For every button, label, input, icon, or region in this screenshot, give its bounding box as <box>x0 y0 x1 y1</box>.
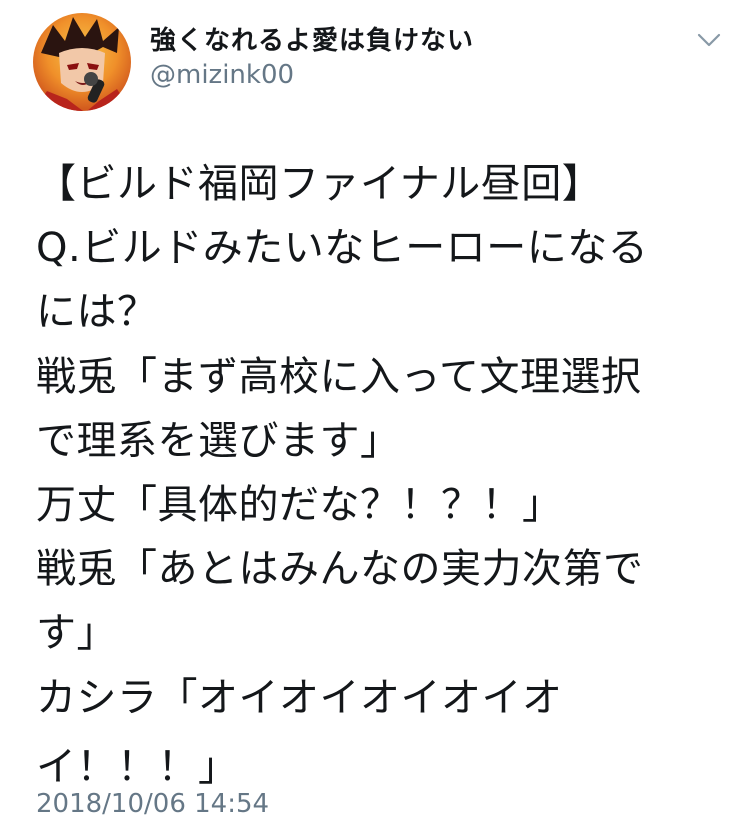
tweet-line: 【ビルド福岡ファイナル昼回】 <box>36 161 603 207</box>
tweet-card: 強くなれるよ愛は負けない @mizink00 【ビルド福岡ファイナル昼回】 Q.… <box>0 0 750 836</box>
tweet-line: 戦兎「あとはみんなの実力次第で <box>36 546 644 593</box>
tweet-text: 【ビルド福岡ファイナル昼回】 Q.ビルドみたいなヒーローになる には？ 戦兎「ま… <box>36 152 726 799</box>
tweet-line: Q.ビルドみたいなヒーローになる <box>36 225 649 272</box>
chevron-down-icon[interactable] <box>694 30 724 50</box>
tweet-line: す」 <box>36 610 117 657</box>
avatar[interactable] <box>33 13 131 111</box>
tweet-line: には？ <box>36 289 158 336</box>
tweet-line: カシラ「オイオイオイオイオ <box>36 674 563 721</box>
tweet-line: 万丈「具体的だな？！？！」 <box>36 481 563 528</box>
user-handle[interactable]: @mizink00 <box>150 60 294 90</box>
avatar-icon <box>33 13 131 111</box>
timestamp[interactable]: 2018/10/06 14:54 <box>36 789 269 819</box>
tweet-line: 戦兎「まず高校に入って文理選択 <box>36 353 642 400</box>
tweet-line: で理系を選びます」 <box>36 417 401 464</box>
display-name[interactable]: 強くなれるよ愛は負けない <box>150 20 474 57</box>
